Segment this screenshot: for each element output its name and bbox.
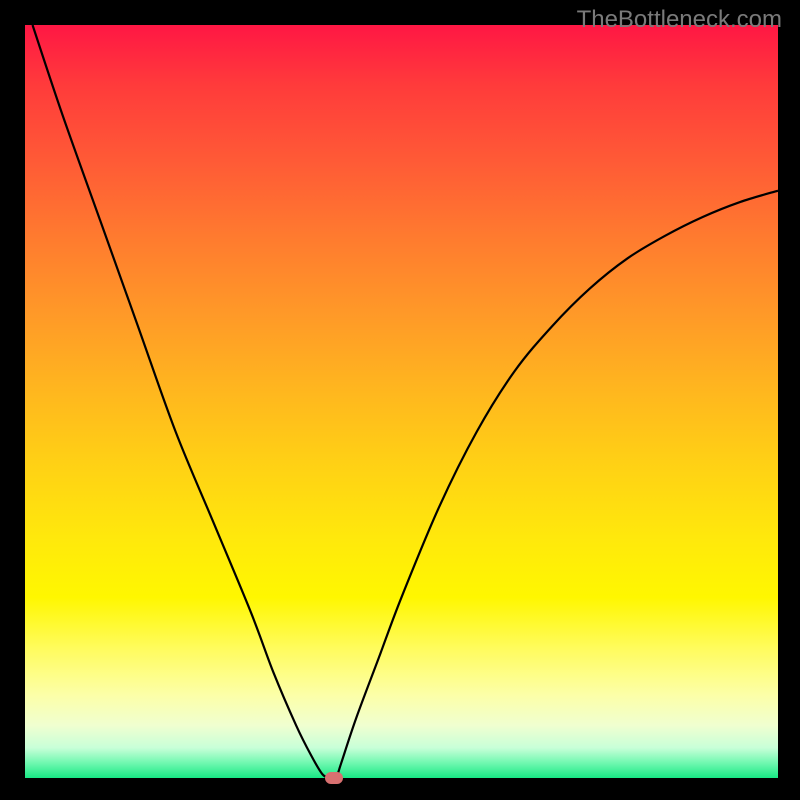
watermark-text: TheBottleneck.com xyxy=(577,6,782,34)
minimum-marker xyxy=(325,772,343,784)
bottleneck-curve xyxy=(25,25,778,778)
chart-plot-area xyxy=(25,25,778,778)
